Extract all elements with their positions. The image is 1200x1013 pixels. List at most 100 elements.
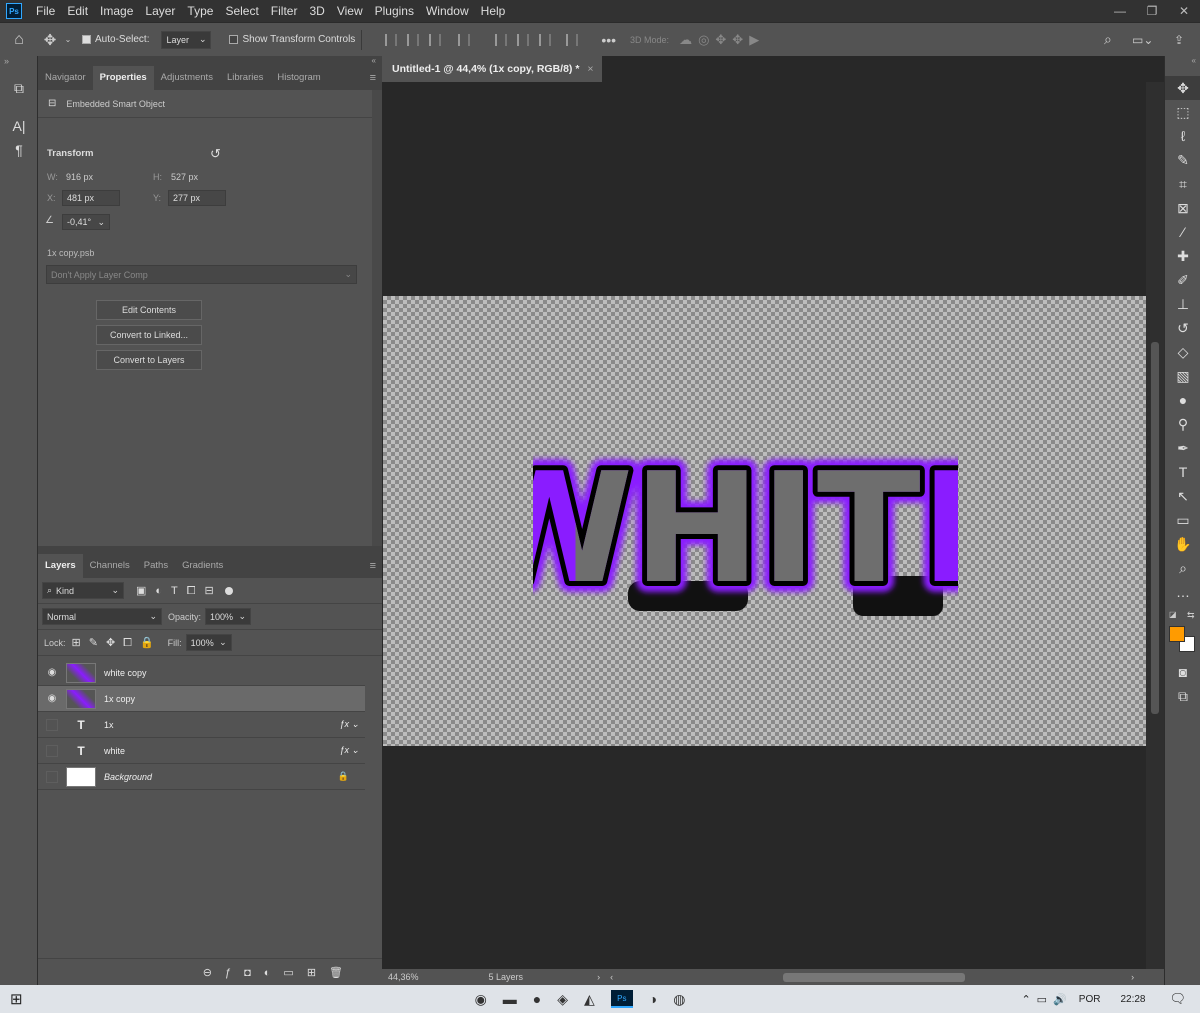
auto-select-dropdown[interactable]: Layer ⌄ bbox=[161, 30, 212, 49]
clock[interactable]: 22:28 bbox=[1120, 994, 1145, 1005]
healing-tool-icon[interactable]: ✚ bbox=[1165, 244, 1200, 268]
y-field[interactable]: 277 px bbox=[168, 190, 226, 206]
menu-image[interactable]: Image bbox=[94, 0, 139, 22]
photoshop-taskbar-icon[interactable]: Ps bbox=[610, 990, 633, 1008]
document-tab[interactable]: Untitled-1 @ 44,4% (1x copy, RGB/8) * × bbox=[382, 56, 602, 82]
minimize-button[interactable]: — bbox=[1104, 0, 1136, 22]
reset-transform-icon[interactable]: ↺ bbox=[210, 146, 221, 162]
visibility-toggle-icon[interactable] bbox=[46, 770, 58, 783]
quick-select-tool-icon[interactable]: ✎ bbox=[1165, 148, 1200, 172]
close-tab-icon[interactable]: × bbox=[587, 63, 593, 75]
auto-select-checkbox[interactable]: Auto-Select: bbox=[82, 34, 149, 45]
menu-filter[interactable]: Filter bbox=[265, 0, 304, 22]
convert-to-layers-button[interactable]: Convert to Layers bbox=[96, 350, 202, 370]
more-options-icon[interactable]: ••• bbox=[601, 32, 616, 48]
menu-help[interactable]: Help bbox=[475, 0, 512, 22]
vertical-scrollbar[interactable] bbox=[1146, 82, 1164, 973]
x-field[interactable]: 481 px bbox=[62, 190, 120, 206]
canvas[interactable]: WHITE WHITE WHITE WHITE bbox=[383, 296, 1146, 746]
history-icon[interactable]: ⧉ bbox=[0, 76, 38, 100]
tab-paths[interactable]: Paths bbox=[137, 554, 175, 578]
crop-tool-icon[interactable]: ⌗ bbox=[1165, 172, 1200, 196]
menu-layer[interactable]: Layer bbox=[139, 0, 181, 22]
visibility-toggle-icon[interactable] bbox=[46, 718, 58, 731]
eyedropper-tool-icon[interactable]: ⁄ bbox=[1165, 220, 1200, 244]
paragraph-icon[interactable]: ¶ bbox=[0, 138, 38, 162]
windows-start-icon[interactable]: ⊞ bbox=[10, 990, 23, 1008]
chevron-down-icon[interactable]: ⌄ bbox=[62, 35, 74, 44]
menu-edit[interactable]: Edit bbox=[61, 0, 94, 22]
visibility-toggle-icon[interactable]: ◉ bbox=[38, 667, 66, 678]
status-arrow-icon[interactable]: › bbox=[597, 972, 600, 982]
path-select-tool-icon[interactable]: ↖ bbox=[1165, 484, 1200, 508]
language-indicator[interactable]: POR bbox=[1079, 994, 1101, 1005]
taskbar-apps[interactable]: ◉▬●◈◭ bbox=[475, 991, 611, 1008]
layer-filter-icons[interactable]: ▣◐T⧠⊟ bbox=[136, 584, 223, 598]
hand-tool-icon[interactable]: ✋ bbox=[1165, 532, 1200, 556]
menu-window[interactable]: Window bbox=[420, 0, 475, 22]
scroll-right-icon[interactable]: › bbox=[1131, 972, 1134, 982]
convert-to-linked-button[interactable]: Convert to Linked... bbox=[96, 325, 202, 345]
pen-tool-icon[interactable]: ✒ bbox=[1165, 436, 1200, 460]
layer-comp-dropdown[interactable]: Don't Apply Layer Comp ⌄ bbox=[46, 265, 357, 284]
tray-icons[interactable]: ⌃▭🔊 bbox=[1021, 993, 1072, 1006]
align-buttons[interactable] bbox=[380, 33, 583, 46]
visibility-toggle-icon[interactable] bbox=[46, 744, 58, 757]
scroll-left-icon[interactable]: ‹ bbox=[610, 972, 613, 982]
quick-mask-icon[interactable]: ◙ bbox=[1165, 660, 1200, 684]
move-tool-icon[interactable]: ✥ bbox=[38, 31, 62, 49]
filter-toggle[interactable] bbox=[224, 586, 233, 595]
close-button[interactable]: ✕ bbox=[1168, 0, 1200, 22]
tab-navigator[interactable]: Navigator bbox=[38, 66, 93, 90]
taskbar-apps-right[interactable]: ◑◍ bbox=[649, 991, 702, 1008]
horizontal-scrollbar[interactable] bbox=[783, 972, 966, 982]
notifications-icon[interactable]: 🗨 bbox=[1169, 991, 1186, 1007]
zoom-tool-icon[interactable]: ⌕ bbox=[1165, 556, 1200, 580]
menu-type[interactable]: Type bbox=[181, 0, 219, 22]
panel-menu-icon[interactable]: ≡ bbox=[370, 554, 376, 578]
blend-mode-dropdown[interactable]: Normal ⌄ bbox=[42, 608, 162, 625]
rectangle-tool-icon[interactable]: ▭ bbox=[1165, 508, 1200, 532]
color-swatches[interactable]: ◪ ⇆ bbox=[1165, 610, 1200, 660]
tab-gradients[interactable]: Gradients bbox=[175, 554, 230, 578]
fill-field[interactable]: 100% ⌄ bbox=[185, 634, 232, 651]
toolbar-collapse-icon[interactable]: « bbox=[1165, 56, 1200, 76]
edit-contents-button[interactable]: Edit Contents bbox=[96, 300, 202, 320]
eraser-tool-icon[interactable]: ◇ bbox=[1165, 340, 1200, 364]
frame-tool-icon[interactable]: ⊠ bbox=[1165, 196, 1200, 220]
width-value[interactable]: 916 px bbox=[66, 172, 93, 182]
move-tool-icon[interactable]: ✥ bbox=[1165, 76, 1200, 100]
home-icon[interactable]: ⌂ bbox=[0, 31, 38, 49]
tab-layers[interactable]: Layers bbox=[38, 554, 83, 578]
effects-icon[interactable]: ƒx ⌄ bbox=[339, 745, 359, 756]
character-icon[interactable]: A| bbox=[0, 114, 38, 138]
type-tool-icon[interactable]: T bbox=[1165, 460, 1200, 484]
share-icon[interactable]: ⇪ bbox=[1174, 33, 1184, 47]
brush-tool-icon[interactable]: ✐ bbox=[1165, 268, 1200, 292]
panel-menu-icon[interactable]: ≡ bbox=[370, 66, 376, 90]
search-icon[interactable]: ⌕ bbox=[1104, 31, 1112, 48]
collapse-icon[interactable]: » bbox=[0, 56, 37, 68]
stamp-tool-icon[interactable]: ⊥ bbox=[1165, 292, 1200, 316]
dodge-tool-icon[interactable]: ⚲ bbox=[1165, 412, 1200, 436]
menu-select[interactable]: Select bbox=[219, 0, 264, 22]
menu-plugins[interactable]: Plugins bbox=[369, 0, 420, 22]
layer-row[interactable]: ◉ 1x copy bbox=[38, 686, 365, 712]
filter-kind-dropdown[interactable]: ⌕ Kind ⌄ bbox=[42, 582, 124, 599]
opacity-field[interactable]: 100% ⌄ bbox=[205, 608, 252, 625]
visibility-toggle-icon[interactable]: ◉ bbox=[38, 693, 66, 704]
layer-row[interactable]: T 1x ƒx ⌄ bbox=[38, 712, 365, 738]
tab-adjustments[interactable]: Adjustments bbox=[154, 66, 220, 90]
layer-actions[interactable]: ⊖ƒ◘◐▭⊞🗑 bbox=[38, 958, 382, 985]
3d-tools-icon[interactable]: ☁◎✥✥▶ bbox=[679, 32, 765, 48]
menu-file[interactable]: File bbox=[30, 0, 61, 22]
lasso-tool-icon[interactable]: ℓ bbox=[1165, 124, 1200, 148]
blur-tool-icon[interactable]: ● bbox=[1165, 388, 1200, 412]
screen-mode-icon[interactable]: ⧉ bbox=[1165, 684, 1200, 708]
tab-channels[interactable]: Channels bbox=[83, 554, 137, 578]
marquee-tool-icon[interactable]: ⬚ bbox=[1165, 100, 1200, 124]
menu-3d[interactable]: 3D bbox=[303, 0, 330, 22]
gradient-tool-icon[interactable]: ▧ bbox=[1165, 364, 1200, 388]
swap-colors-icon[interactable]: ⇆ bbox=[1187, 610, 1195, 621]
layer-row[interactable]: Twhite ƒx ⌄ bbox=[38, 738, 365, 764]
